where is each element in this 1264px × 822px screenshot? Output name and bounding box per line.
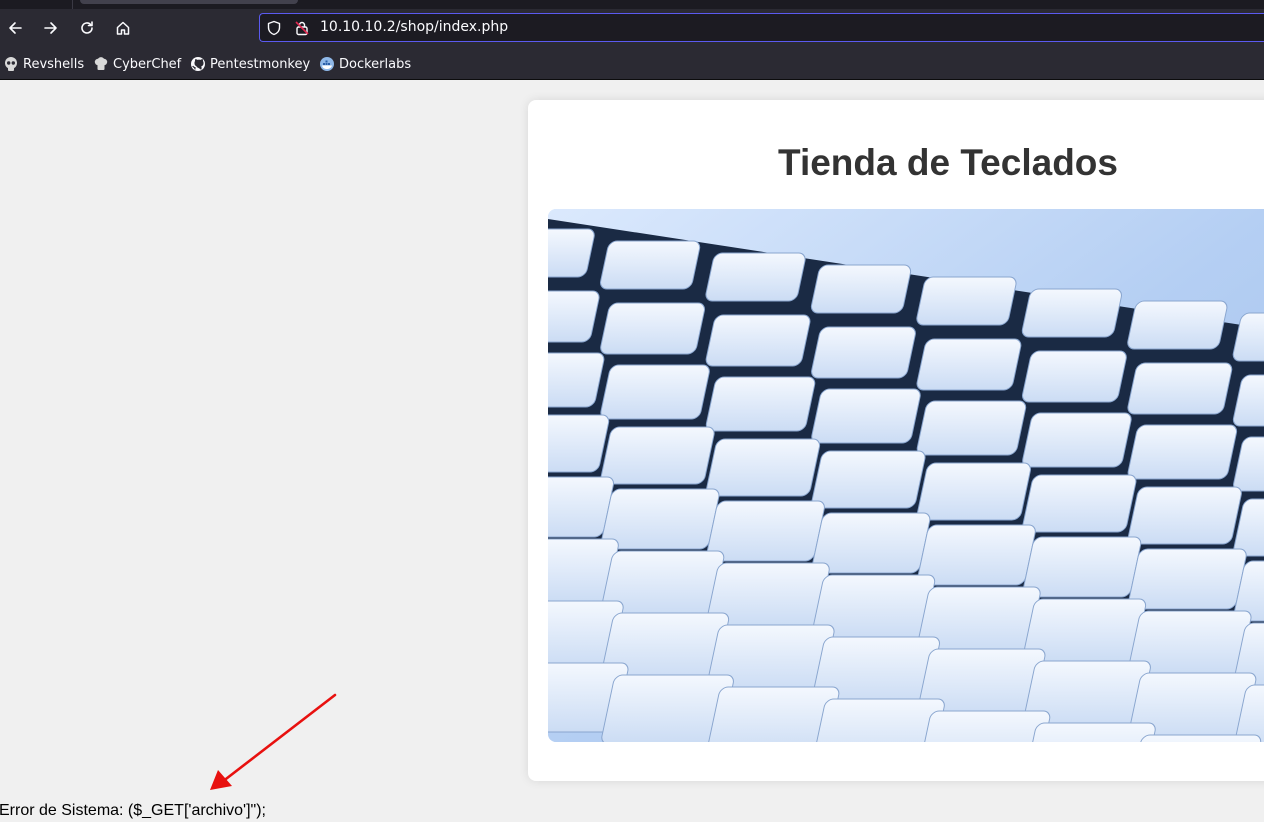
bookmark-cyberchef[interactable]: CyberChef xyxy=(93,55,181,73)
keyboard-key xyxy=(1022,474,1137,533)
bookmark-label: Revshells xyxy=(23,56,85,72)
keyboard-key xyxy=(705,376,816,432)
keyboard-key xyxy=(1021,288,1122,338)
keyboard-key xyxy=(1021,350,1127,403)
keyboard-key xyxy=(1022,412,1132,468)
keyboard-key xyxy=(600,364,710,420)
insecure-lock-icon[interactable] xyxy=(294,20,310,36)
bookmark-label: CyberChef xyxy=(113,56,182,72)
bookmark-pentestmonkey[interactable]: Pentestmonkey xyxy=(190,55,310,73)
arrow-left-icon xyxy=(9,22,22,34)
keyboard-key xyxy=(1127,486,1242,545)
keyboard-key xyxy=(1128,734,1262,742)
keyboard-key xyxy=(600,302,706,355)
annotation-arrow xyxy=(210,693,337,790)
keyboard-key xyxy=(706,500,825,562)
keyboard-key xyxy=(916,462,1032,521)
active-tab[interactable] xyxy=(80,0,298,4)
keyboard-key xyxy=(811,450,926,509)
keyboard-key xyxy=(917,524,1036,586)
keyboard-key xyxy=(705,314,811,367)
keyboard-key xyxy=(600,488,720,550)
keyboard-key xyxy=(811,512,931,574)
keyboard-key xyxy=(600,426,715,485)
keyboard-key xyxy=(1022,536,1142,598)
keyboard-key xyxy=(1127,424,1238,480)
keyboard-illustration xyxy=(548,209,1264,742)
keyboard-key xyxy=(600,240,701,290)
bookmark-label: Dockerlabs xyxy=(339,56,412,72)
keyboard-key xyxy=(1127,300,1228,350)
docker-icon xyxy=(319,56,335,72)
keyboard-key xyxy=(705,252,806,302)
tab-strip xyxy=(0,0,1264,9)
home-icon xyxy=(116,21,130,35)
page-title: Tienda de Teclados xyxy=(778,142,1118,183)
keyboard-key xyxy=(706,438,821,497)
keyboard-key xyxy=(811,388,921,444)
keyboard-key xyxy=(916,400,1027,456)
keyboard-product-image xyxy=(548,209,1264,742)
back-button[interactable] xyxy=(2,15,28,41)
forward-button[interactable] xyxy=(38,15,64,41)
url-text[interactable]: 10.10.10.2/shop/index.php xyxy=(320,19,508,35)
reload-button[interactable] xyxy=(74,15,100,41)
system-error-message: Error de Sistema: ($_GET['archivo']"); xyxy=(0,802,266,819)
keyboard-key xyxy=(917,710,1051,742)
keyboard-key xyxy=(916,338,1022,391)
shield-icon[interactable] xyxy=(266,20,282,36)
keyboard-key xyxy=(1127,362,1233,415)
keyboard-key xyxy=(810,264,912,314)
navigation-toolbar: 10.10.10.2/shop/index.php xyxy=(0,9,1264,47)
home-button[interactable] xyxy=(110,15,136,41)
bookmark-dockerlabs[interactable]: Dockerlabs xyxy=(319,55,411,73)
keyboard-key xyxy=(1023,722,1156,742)
arrow-right-icon xyxy=(44,22,57,34)
bookmarks-toolbar: Revshells CyberChef Pentestmonkey Docker… xyxy=(0,47,1264,80)
tab-separator xyxy=(72,0,73,9)
chef-hat-icon xyxy=(93,56,109,72)
github-icon xyxy=(190,56,206,72)
bookmark-revshells[interactable]: Revshells xyxy=(3,55,84,73)
keyboard-key xyxy=(1127,548,1247,610)
keyboard-key xyxy=(811,326,916,379)
bookmark-label: Pentestmonkey xyxy=(210,56,311,72)
skull-icon xyxy=(3,56,19,72)
url-bar[interactable]: 10.10.10.2/shop/index.php xyxy=(259,13,1264,42)
reload-icon xyxy=(81,21,93,34)
keyboard-key xyxy=(916,276,1017,326)
